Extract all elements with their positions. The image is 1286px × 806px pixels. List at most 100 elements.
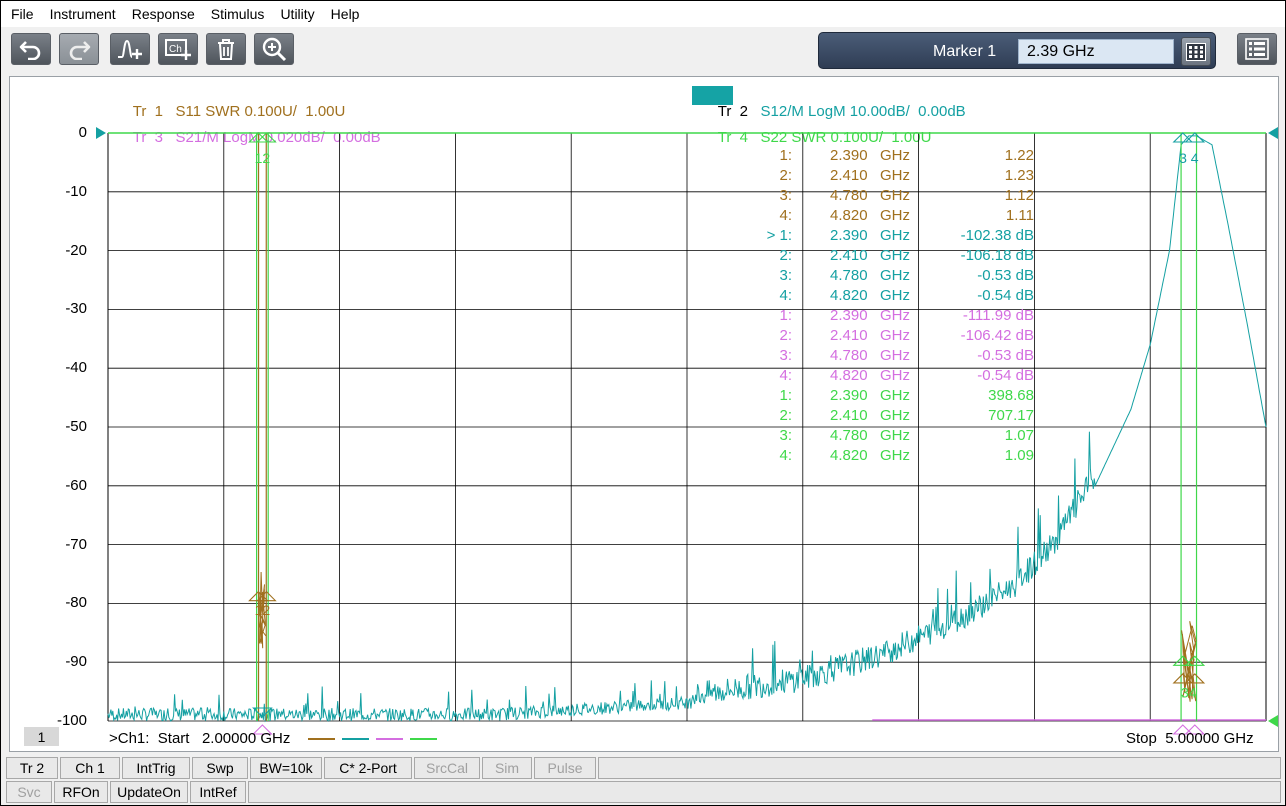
zoom-button[interactable] bbox=[254, 33, 294, 65]
status-ch-1[interactable]: Ch 1 bbox=[60, 757, 120, 779]
add-trace-button[interactable] bbox=[110, 33, 150, 65]
marker-id: 3: bbox=[779, 427, 792, 444]
right-reference-arrow bbox=[1268, 127, 1278, 139]
marker-flag-label: 34 bbox=[1181, 684, 1197, 700]
status-updateon[interactable]: UpdateOn bbox=[110, 781, 188, 803]
marker-value: -111.99 dB bbox=[962, 307, 1034, 324]
marker-flag-tr2-3 bbox=[1172, 132, 1194, 143]
marker-unit: GHz bbox=[880, 347, 910, 364]
marker-value: -106.42 dB bbox=[960, 327, 1034, 344]
menu-bar: File Instrument Response Stimulus Utilit… bbox=[1, 1, 1285, 27]
add-channel-button[interactable]: Ch bbox=[158, 33, 198, 65]
status-filler bbox=[598, 757, 1281, 779]
status-c-2-port[interactable]: C* 2-Port bbox=[324, 757, 412, 779]
redo-button[interactable] bbox=[59, 33, 99, 65]
marker-id: 1: bbox=[779, 147, 792, 164]
marker-unit: GHz bbox=[880, 387, 910, 404]
menu-list-icon bbox=[1245, 38, 1269, 60]
marker-value: -0.53 dB bbox=[977, 267, 1034, 284]
status-sim[interactable]: Sim bbox=[482, 757, 532, 779]
marker-id: 3: bbox=[779, 347, 792, 364]
menu-response[interactable]: Response bbox=[132, 6, 195, 22]
marker-label: Marker 1 bbox=[933, 43, 997, 60]
marker-value: 398.68 bbox=[988, 387, 1034, 404]
zoom-icon bbox=[262, 37, 287, 62]
marker-flag-label: 3 4 bbox=[1179, 150, 1199, 166]
add-trace-icon bbox=[118, 39, 142, 59]
plot-area: 12 12 3 4 34 bbox=[96, 127, 1278, 735]
marker-value: 1.07 bbox=[1004, 427, 1034, 444]
marker-id: 3: bbox=[779, 187, 792, 204]
marker-id: 1: bbox=[779, 387, 792, 404]
marker-flag-label: 12 bbox=[255, 602, 271, 618]
status-swp[interactable]: Swp bbox=[192, 757, 248, 779]
status-bw-10k[interactable]: BW=10k bbox=[250, 757, 322, 779]
keypad-button[interactable] bbox=[1181, 37, 1211, 66]
menu-instrument[interactable]: Instrument bbox=[50, 6, 116, 22]
marker-id: 4: bbox=[779, 367, 792, 384]
measurement-display[interactable]: Tr 1 S11 SWR 0.100U/ 1.00U Tr 3 S21/M Lo… bbox=[9, 76, 1279, 752]
marker-id: 3: bbox=[779, 267, 792, 284]
marker-value: 1.23 bbox=[1004, 167, 1034, 184]
undo-icon bbox=[19, 41, 41, 60]
menu-file[interactable]: File bbox=[11, 6, 34, 22]
trace-color-legend bbox=[308, 738, 437, 740]
status-tr-2[interactable]: Tr 2 bbox=[6, 757, 58, 779]
menu-help[interactable]: Help bbox=[331, 6, 360, 22]
marker-unit: GHz bbox=[880, 427, 910, 444]
marker-value: -106.18 dB bbox=[960, 247, 1034, 264]
marker-flags: 12 12 3 4 34 bbox=[248, 132, 1206, 735]
marker-value-field[interactable]: 2.39 GHz bbox=[1018, 39, 1174, 64]
status-svc[interactable]: Svc bbox=[6, 781, 52, 803]
marker-id: 2: bbox=[779, 327, 792, 344]
delete-icon bbox=[218, 39, 234, 60]
main-menu-button[interactable] bbox=[1237, 33, 1277, 65]
menu-utility[interactable]: Utility bbox=[280, 6, 314, 22]
right-bottom-arrow bbox=[1268, 715, 1278, 727]
delete-button[interactable] bbox=[206, 33, 246, 65]
marker-unit: GHz bbox=[880, 447, 910, 464]
marker-unit: GHz bbox=[880, 267, 910, 284]
marker-flag-label: 12 bbox=[255, 150, 271, 166]
marker-unit: GHz bbox=[880, 287, 910, 304]
marker-id: 4: bbox=[779, 207, 792, 224]
left-reference-arrow bbox=[96, 127, 106, 139]
add-channel-icon: Ch bbox=[165, 39, 191, 60]
marker-value: 1.11 bbox=[1005, 207, 1034, 224]
undo-button[interactable] bbox=[11, 33, 51, 65]
marker-unit: GHz bbox=[880, 247, 910, 264]
status-pulse[interactable]: Pulse bbox=[534, 757, 596, 779]
marker-value: 707.17 bbox=[988, 407, 1034, 424]
marker-id: > 1: bbox=[766, 227, 792, 244]
keypad-icon bbox=[1186, 42, 1206, 61]
menu-stimulus[interactable]: Stimulus bbox=[211, 6, 265, 22]
status-inttrig[interactable]: IntTrig bbox=[122, 757, 190, 779]
marker-unit: GHz bbox=[880, 207, 910, 224]
marker-id: 2: bbox=[779, 407, 792, 424]
marker-value: 1.09 bbox=[1004, 447, 1034, 464]
status-rfon[interactable]: RFOn bbox=[54, 781, 108, 803]
marker-value: -0.54 dB bbox=[977, 367, 1034, 384]
marker-id: 4: bbox=[779, 287, 792, 304]
marker-id: 2: bbox=[779, 247, 792, 264]
svg-text:Ch: Ch bbox=[169, 44, 182, 55]
marker-unit: GHz bbox=[880, 147, 910, 164]
marker-unit: GHz bbox=[880, 227, 910, 244]
marker-id: 2: bbox=[779, 167, 792, 184]
marker-value: 1.12 bbox=[1004, 187, 1034, 204]
channel-number[interactable]: 1 bbox=[24, 727, 59, 746]
marker-value: -102.38 dB bbox=[960, 227, 1034, 244]
status-filler bbox=[248, 781, 1281, 803]
marker-unit: GHz bbox=[880, 327, 910, 344]
marker-unit: GHz bbox=[880, 187, 910, 204]
marker-unit: GHz bbox=[880, 307, 910, 324]
status-intref[interactable]: IntRef bbox=[190, 781, 246, 803]
marker-value: -0.54 dB bbox=[977, 287, 1034, 304]
sweep-start[interactable]: >Ch1: Start 2.00000 GHz bbox=[109, 730, 290, 747]
marker-flag-tr4-4 bbox=[1184, 655, 1206, 666]
toolbar: Ch Marker 1 2.39 GHz bbox=[1, 27, 1285, 73]
marker-flag-tr2-4 bbox=[1184, 132, 1206, 143]
status-srccal[interactable]: SrcCal bbox=[414, 757, 480, 779]
marker-id: 4: bbox=[779, 447, 792, 464]
sweep-stop[interactable]: Stop 5.00000 GHz bbox=[1126, 730, 1254, 747]
